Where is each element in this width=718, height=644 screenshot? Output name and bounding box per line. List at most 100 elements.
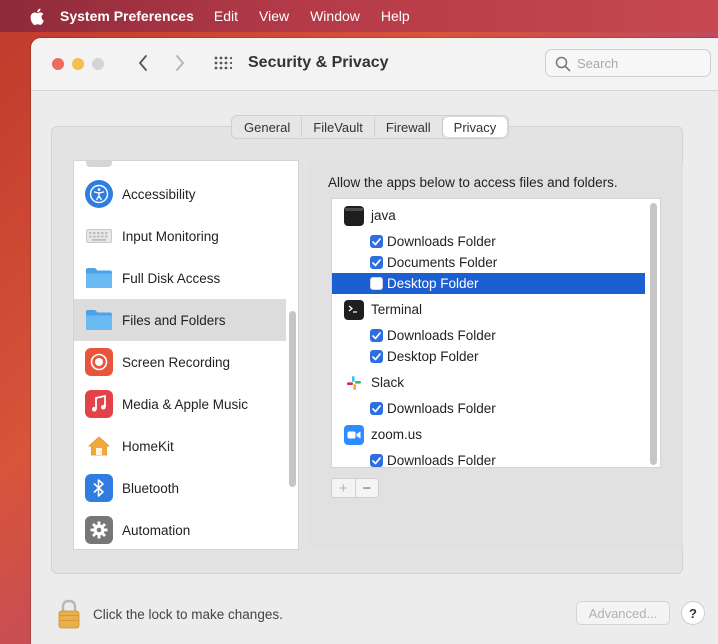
menu-app-name[interactable]: System Preferences <box>60 8 194 24</box>
app-row-zoom[interactable]: zoom.us <box>332 424 645 445</box>
app-row-slack[interactable]: Slack <box>332 372 645 393</box>
checkbox-checked[interactable] <box>370 256 383 269</box>
remove-app-button[interactable]: − <box>356 479 379 497</box>
show-all-button[interactable] <box>212 52 234 74</box>
zoom-icon <box>344 424 364 445</box>
app-name: Slack <box>371 375 405 390</box>
lock-message: Click the lock to make changes. <box>93 607 283 622</box>
category-list-scrollbar[interactable] <box>289 311 296 487</box>
add-remove-control: + − <box>331 478 379 498</box>
panel-heading: Allow the apps below to access files and… <box>328 175 618 190</box>
folder-row[interactable]: Downloads Folder <box>332 398 645 419</box>
close-window-button[interactable] <box>52 58 64 70</box>
checkmark-icon <box>372 331 381 339</box>
sidebar-item-screen-recording[interactable]: Screen Recording <box>74 341 286 383</box>
app-name: Terminal <box>371 302 423 317</box>
menu-help[interactable]: Help <box>381 8 410 24</box>
app-name: java <box>371 208 396 223</box>
forward-button[interactable] <box>169 50 191 76</box>
search-field[interactable] <box>545 49 711 77</box>
tab-general[interactable]: General <box>233 117 303 137</box>
search-input[interactable] <box>577 54 702 72</box>
folder-label: Desktop Folder <box>387 349 479 364</box>
advanced-button[interactable]: Advanced... <box>576 601 670 625</box>
privacy-category-list[interactable]: Accessibility Input Monitoring Full Disk… <box>73 160 299 550</box>
checkbox-checked[interactable] <box>370 350 383 363</box>
sidebar-item-label: Automation <box>122 522 191 538</box>
sidebar-item-label: Accessibility <box>122 186 196 202</box>
checkmark-icon <box>372 258 381 266</box>
folder-label: Downloads Folder <box>387 453 496 468</box>
terminal-icon <box>344 299 364 320</box>
sidebar-item-automation[interactable]: Automation <box>74 509 286 549</box>
checkmark-icon <box>372 456 381 464</box>
preferences-window: Security & Privacy General FileVault Fir… <box>31 38 718 644</box>
sidebar-item-files-and-folders[interactable]: Files and Folders <box>74 299 286 341</box>
folder-label: Downloads Folder <box>387 328 496 343</box>
app-name: zoom.us <box>371 427 423 442</box>
checkbox-checked[interactable] <box>370 402 383 415</box>
back-button[interactable] <box>132 50 154 76</box>
app-permission-list[interactable]: java Downloads Folder Documents Folder D… <box>331 198 661 468</box>
checkmark-icon <box>372 352 381 360</box>
search-icon <box>555 56 571 72</box>
lock-icon[interactable] <box>57 599 81 629</box>
menu-edit[interactable]: Edit <box>214 8 238 24</box>
chevron-right-icon <box>176 55 184 71</box>
bluetooth-icon <box>85 474 113 502</box>
keyboard-icon <box>85 222 113 250</box>
tab-filevault[interactable]: FileVault <box>302 117 375 137</box>
folder-row[interactable]: Downloads Folder <box>332 231 645 252</box>
folder-row[interactable]: Downloads Folder <box>332 325 645 346</box>
sidebar-item-bluetooth[interactable]: Bluetooth <box>74 467 286 509</box>
sidebar-item-homekit[interactable]: HomeKit <box>74 425 286 467</box>
grid-icon <box>214 56 232 70</box>
screen-recording-icon <box>85 348 113 376</box>
menu-view[interactable]: View <box>259 8 289 24</box>
sidebar-item-label: Input Monitoring <box>122 228 219 244</box>
folder-label: Desktop Folder <box>387 276 479 291</box>
checkbox-checked[interactable] <box>370 235 383 248</box>
checkbox-checked[interactable] <box>370 454 383 467</box>
sidebar-item-input-monitoring[interactable]: Input Monitoring <box>74 215 286 257</box>
sidebar-item-label: Files and Folders <box>122 312 226 328</box>
slack-icon <box>344 373 364 393</box>
folder-label: Downloads Folder <box>387 234 496 249</box>
app-row-java[interactable]: java <box>332 205 645 226</box>
checkmark-icon <box>372 404 381 412</box>
title-bar: Security & Privacy <box>31 38 718 91</box>
app-list-scrollbar[interactable] <box>650 203 657 465</box>
minimize-window-button[interactable] <box>72 58 84 70</box>
zoom-window-button[interactable] <box>92 58 104 70</box>
folder-row[interactable]: Desktop Folder <box>332 346 645 367</box>
window-title: Security & Privacy <box>248 54 389 71</box>
folder-label: Downloads Folder <box>387 401 496 416</box>
tab-firewall[interactable]: Firewall <box>375 117 443 137</box>
menu-window[interactable]: Window <box>310 8 360 24</box>
folder-row[interactable]: Downloads Folder <box>332 450 645 468</box>
folder-label: Documents Folder <box>387 255 498 270</box>
checkbox-unchecked[interactable] <box>370 277 383 290</box>
apple-menu-icon[interactable] <box>28 7 46 25</box>
folder-icon <box>85 306 113 334</box>
folder-row-selected[interactable]: Desktop Folder <box>332 273 645 294</box>
accessibility-icon <box>85 180 113 208</box>
sidebar-item-accessibility[interactable]: Accessibility <box>74 173 286 215</box>
help-button[interactable]: ? <box>681 601 705 625</box>
chevron-left-icon <box>139 55 147 71</box>
java-icon <box>344 205 364 226</box>
checkbox-checked[interactable] <box>370 329 383 342</box>
gear-icon <box>85 516 113 544</box>
sidebar-item-media-apple-music[interactable]: Media & Apple Music <box>74 383 286 425</box>
add-app-button[interactable]: + <box>332 479 356 497</box>
tab-privacy[interactable]: Privacy <box>442 117 508 137</box>
menu-bar: System Preferences Edit View Window Help <box>0 0 718 32</box>
music-icon <box>85 390 113 418</box>
folder-row[interactable]: Documents Folder <box>332 252 645 273</box>
home-icon <box>85 432 113 460</box>
sidebar-item-full-disk-access[interactable]: Full Disk Access <box>74 257 286 299</box>
folder-icon <box>85 264 113 292</box>
sidebar-item-label: Screen Recording <box>122 354 231 370</box>
sidebar-item-label: Media & Apple Music <box>122 396 249 412</box>
app-row-terminal[interactable]: Terminal <box>332 299 645 320</box>
